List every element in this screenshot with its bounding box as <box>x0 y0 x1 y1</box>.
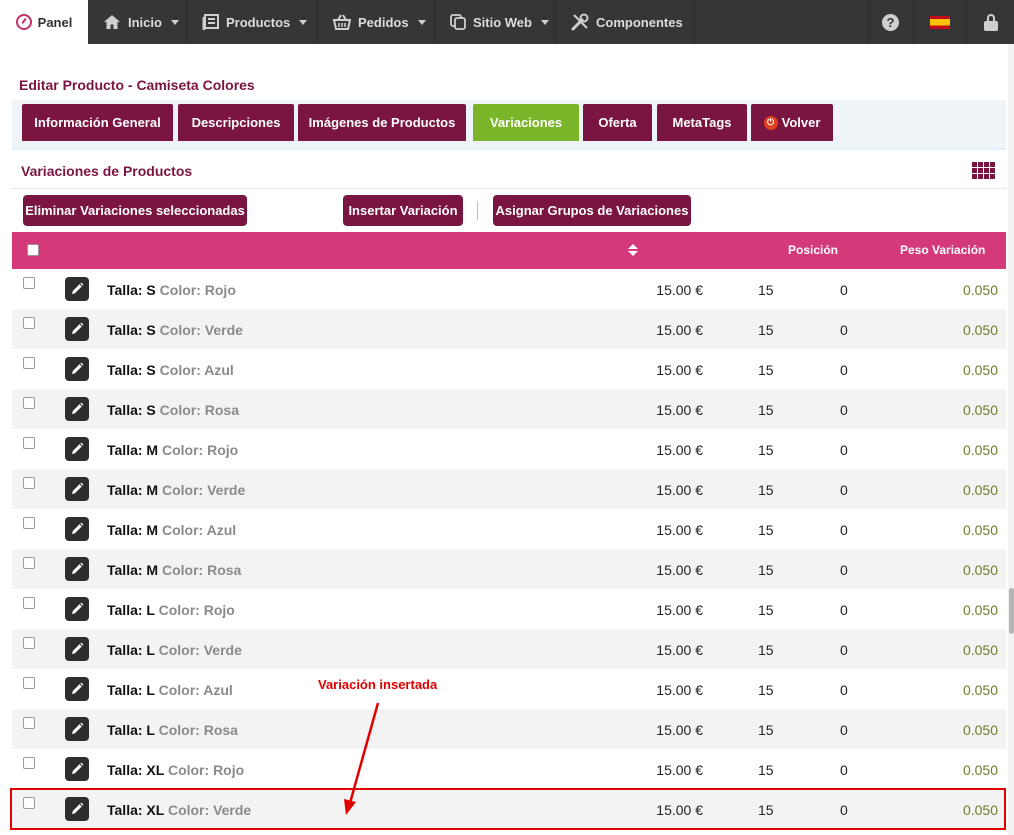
scrollbar-thumb[interactable] <box>1009 588 1014 634</box>
scrollbar-track[interactable] <box>1008 44 1014 835</box>
annotation-arrow-icon <box>344 702 380 815</box>
